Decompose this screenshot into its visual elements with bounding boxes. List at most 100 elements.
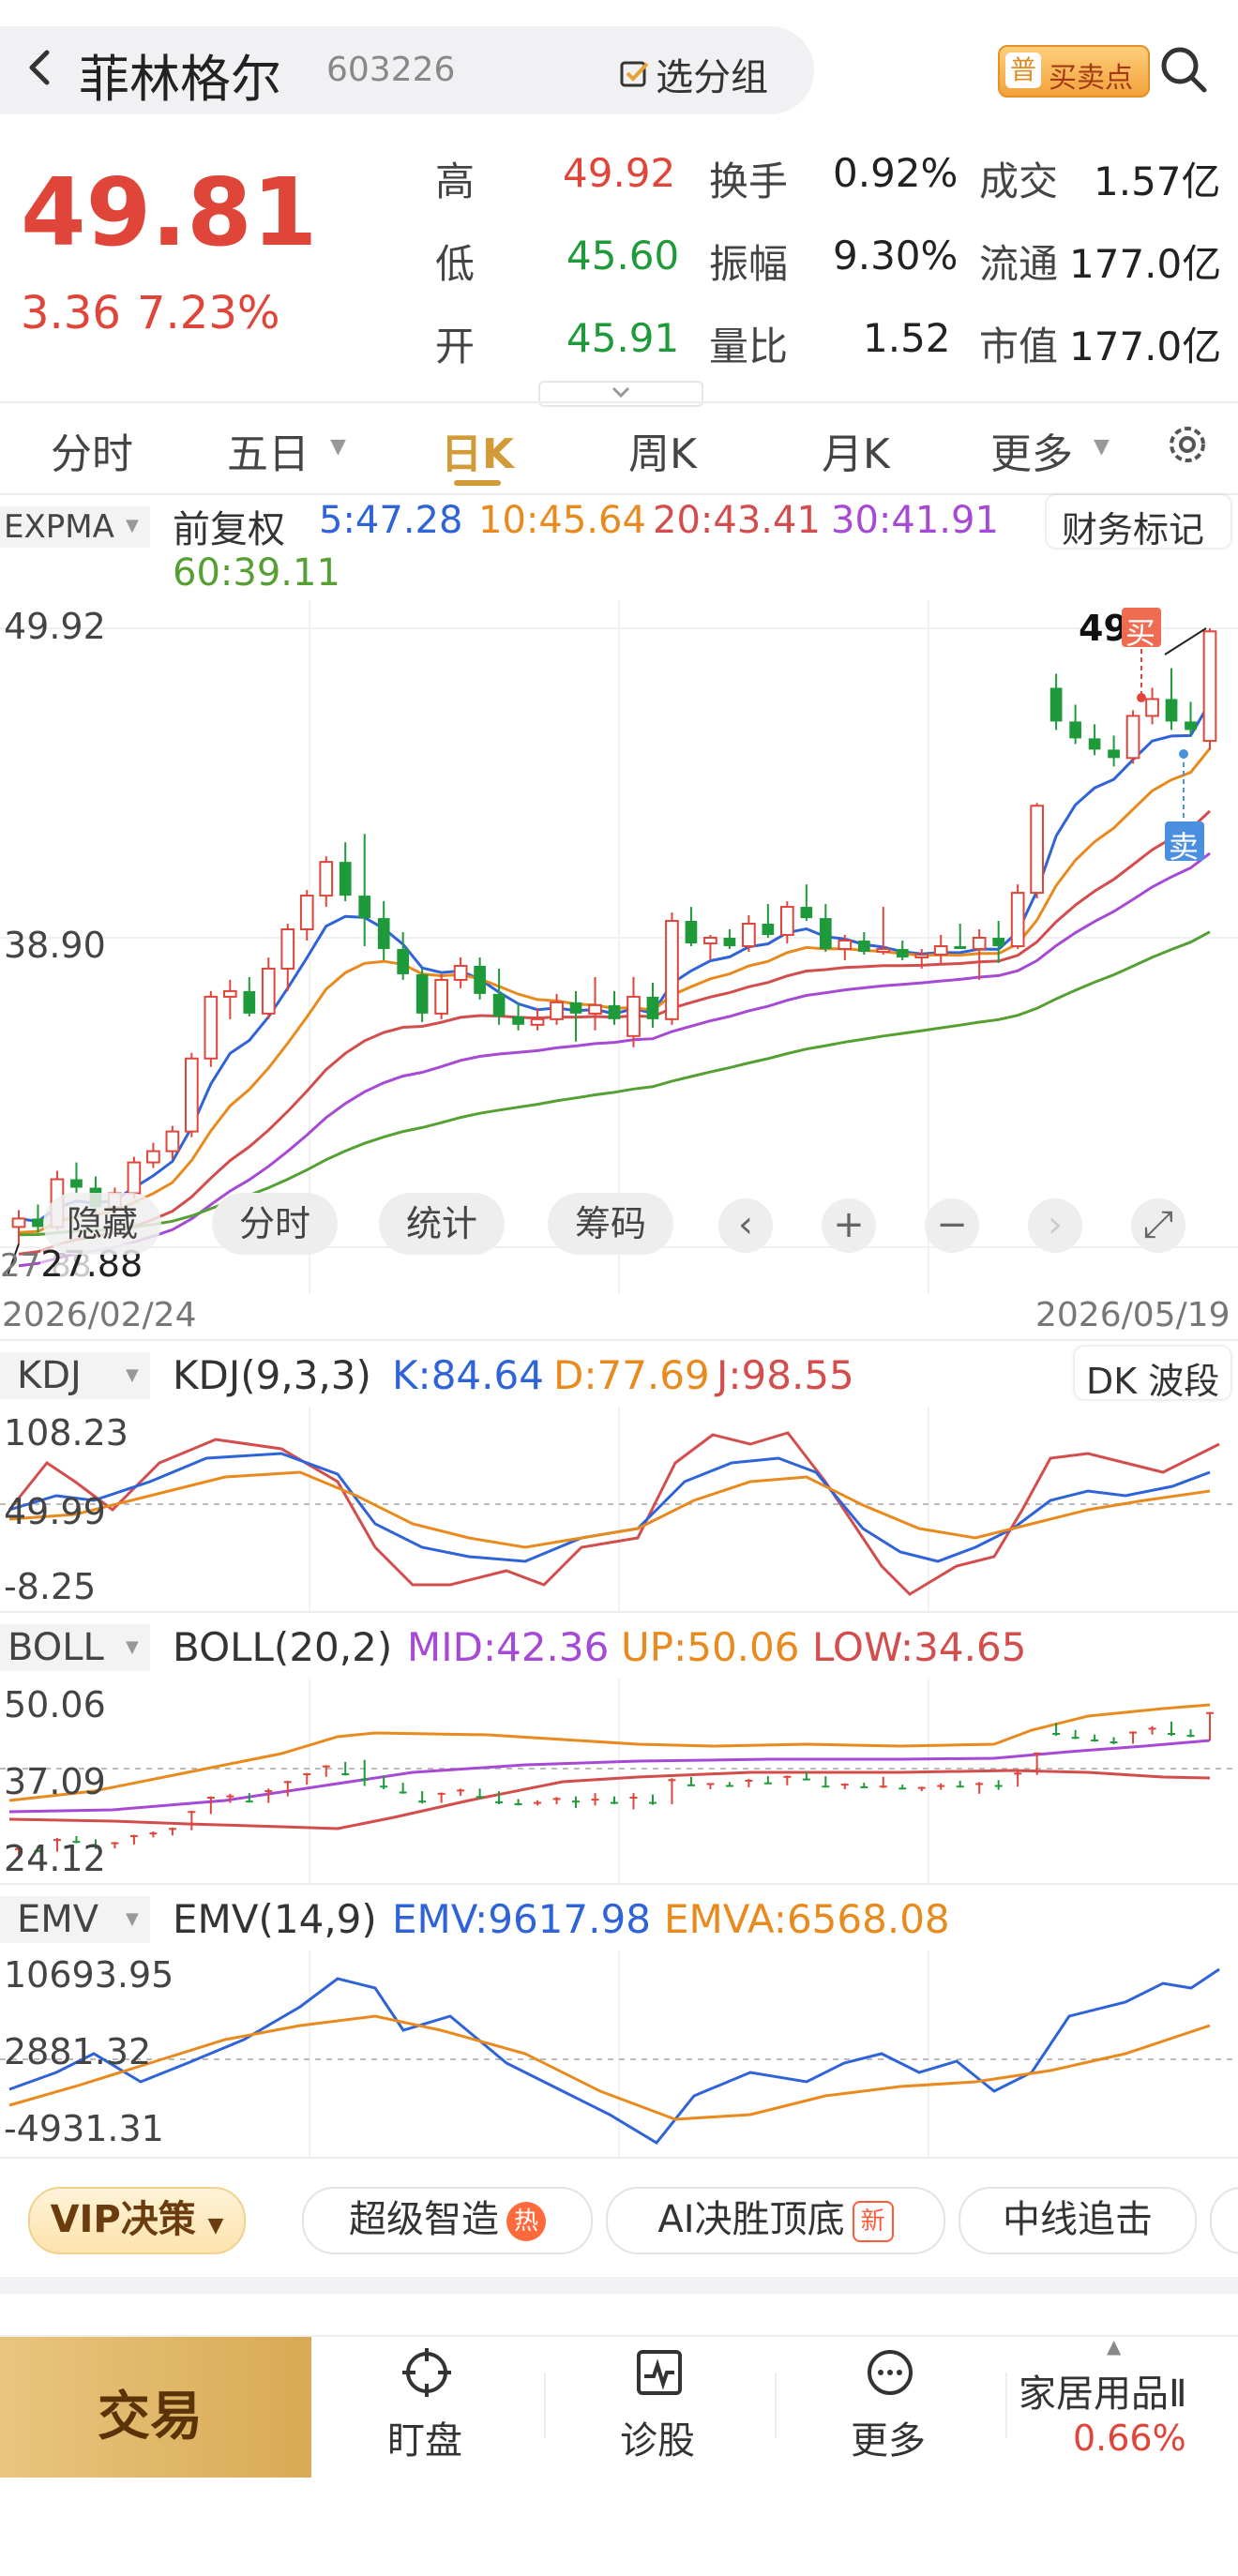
candle-body: [569, 1002, 582, 1014]
boll-low: LOW:34.65: [812, 1624, 1027, 1670]
candle-body: [588, 1003, 602, 1015]
date-start: 2026/02/24: [2, 1296, 197, 1334]
tab-weekly-k[interactable]: 周K: [628, 420, 697, 480]
nav-divider: [775, 2373, 777, 2438]
search-button[interactable]: [1155, 41, 1212, 98]
minus-icon: −: [936, 1203, 968, 1246]
sector-button[interactable]: ▲ 家居用品Ⅱ 0.66%: [1013, 2335, 1238, 2472]
sector-change: 0.66%: [1073, 2418, 1186, 2459]
zoom-in-button[interactable]: +: [822, 1198, 876, 1253]
candle-body: [1069, 721, 1081, 739]
price-change: 3.36: [21, 287, 121, 339]
sector-name: 家居用品Ⅱ: [1019, 2373, 1187, 2416]
zoom-out-button[interactable]: −: [925, 1198, 979, 1253]
kdj-chart: [0, 1407, 1238, 1613]
kdj-d-line: [8, 1470, 1211, 1549]
intraday-button[interactable]: 分时: [212, 1193, 338, 1255]
sell-marker[interactable]: 卖: [1165, 821, 1204, 865]
candle-body: [646, 996, 659, 1019]
tab-intraday[interactable]: 分时: [51, 420, 133, 480]
kdj-params: KDJ(9,3,3): [173, 1352, 371, 1398]
quote-value-high: 49.92: [563, 150, 676, 196]
kdj-k: K:84.64: [392, 1352, 544, 1398]
trade-button[interactable]: 交易: [0, 2337, 311, 2478]
settings-button[interactable]: [1161, 418, 1214, 471]
tab-daily-k[interactable]: 日K: [441, 420, 514, 480]
fullscreen-button[interactable]: ⤢: [1131, 1198, 1185, 1253]
vip-decision-label: VIP决策: [50, 2198, 196, 2241]
candle-body: [857, 940, 870, 952]
candle-body: [243, 990, 256, 1014]
candle-body: [1108, 749, 1120, 759]
group-button-label: 选分组: [656, 56, 769, 99]
emva-value: EMVA:6568.08: [664, 1896, 950, 1942]
more-button[interactable]: 更多: [820, 2341, 960, 2472]
date-end: 2026/05/19: [1035, 1296, 1230, 1334]
candle-body: [397, 948, 410, 974]
diagnose-button[interactable]: 诊股: [589, 2341, 730, 2472]
quote-value-float-cap: 177.0亿: [1069, 241, 1222, 287]
adjust-mode[interactable]: 前复权: [173, 499, 285, 553]
buy-marker-label: 买: [1125, 615, 1156, 651]
ma30-label: 30:41.91: [831, 499, 999, 542]
emv-name: EMV: [17, 1898, 99, 1941]
candle-body: [358, 896, 371, 919]
strategy-label: 中线追击: [1003, 2198, 1153, 2241]
strategy-super-manufacture[interactable]: 超级智造热: [302, 2187, 593, 2254]
candle-body: [972, 937, 987, 950]
dk-band-button[interactable]: DK 波段: [1075, 1347, 1230, 1402]
divider: [0, 1611, 1238, 1613]
tab-monthly-k[interactable]: 月K: [822, 420, 890, 480]
indicator-select[interactable]: EXPMA ▼: [0, 506, 150, 548]
candle-body: [165, 1130, 180, 1152]
quote-label: 量比: [709, 324, 789, 369]
caret-up-icon: ▲: [1107, 2335, 1122, 2358]
badge-icon: 普: [1005, 53, 1041, 88]
chevron-left-icon: ‹: [738, 1203, 753, 1246]
vip-decision-button[interactable]: VIP决策 ▼: [28, 2187, 246, 2254]
hide-button[interactable]: 隐藏: [43, 1193, 161, 1255]
boll-low-line: [8, 1769, 1211, 1830]
candle-body: [762, 924, 775, 936]
stock-code: 603226: [326, 51, 456, 89]
buy-sell-point-badge[interactable]: 普 买卖点: [998, 45, 1150, 98]
candle-body: [896, 948, 909, 957]
buy-marker[interactable]: 买: [1122, 608, 1161, 651]
strategy-midline-chase[interactable]: 中线追击: [959, 2187, 1197, 2254]
back-button[interactable]: [13, 39, 69, 96]
chevron-right-icon: ›: [1048, 1203, 1063, 1246]
kdj-j-line: [8, 1431, 1220, 1596]
ma5-line: [18, 701, 1212, 1224]
candle-body: [185, 1057, 199, 1133]
stats-button[interactable]: 统计: [379, 1193, 505, 1255]
strategy-overflow[interactable]: [1210, 2187, 1238, 2254]
scroll-left-button[interactable]: ‹: [718, 1198, 773, 1253]
candle-body: [685, 921, 698, 943]
chips-button[interactable]: 筹码: [548, 1193, 673, 1255]
candle-body: [146, 1150, 160, 1164]
candle-body: [1010, 892, 1025, 947]
emv-select[interactable]: EMV ▼: [0, 1896, 150, 1943]
candle-body: [1088, 738, 1101, 750]
group-button[interactable]: 选分组: [619, 47, 768, 99]
buy-marker-dot: [1137, 693, 1146, 702]
scroll-right-button[interactable]: ›: [1028, 1198, 1082, 1253]
boll-select[interactable]: BOLL ▼: [0, 1624, 150, 1671]
strategy-ai-top-bottom[interactable]: AI决胜顶底新: [606, 2187, 945, 2254]
candle-body: [914, 953, 929, 958]
finance-mark-button[interactable]: 财务标记: [1047, 495, 1230, 550]
tab-more[interactable]: 更多: [990, 420, 1073, 480]
candle-body: [11, 1217, 26, 1228]
candlestick-chart[interactable]: [0, 600, 1238, 1294]
boll-up-line: [8, 1703, 1211, 1802]
ma60-label: 60:39.11: [173, 551, 340, 595]
watch-button[interactable]: 盯盘: [356, 2341, 497, 2472]
kdj-select[interactable]: KDJ ▼: [0, 1352, 150, 1399]
nav-divider: [544, 2373, 546, 2438]
high-marker-line: [1164, 627, 1207, 655]
intraday-button-label: 分时: [238, 1203, 310, 1244]
candle-body: [70, 1179, 83, 1188]
chevron-left-icon: [29, 50, 50, 85]
checkbox-icon: [620, 61, 649, 87]
tab-five-day[interactable]: 五日: [227, 420, 310, 480]
